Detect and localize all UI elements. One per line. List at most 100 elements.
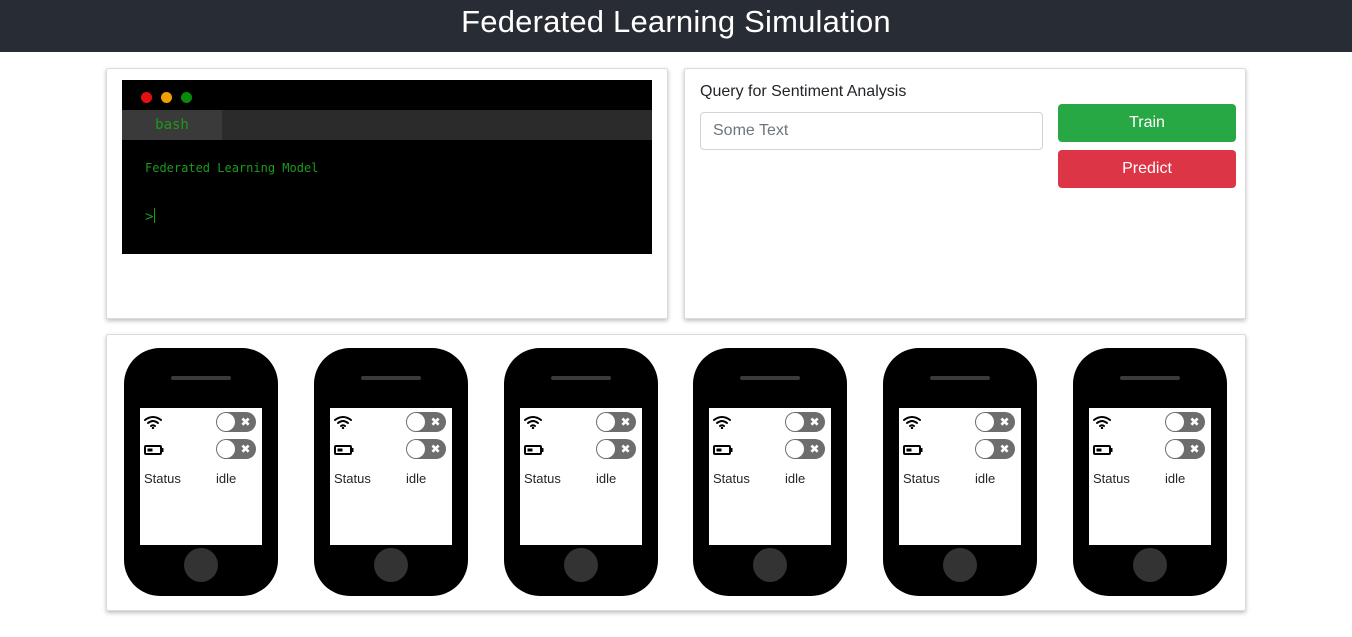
status-label: Status	[713, 471, 750, 486]
battery-icon	[1093, 445, 1113, 455]
terminal-prompt[interactable]: >	[145, 208, 156, 225]
wifi-toggle[interactable]: ✖	[785, 412, 825, 432]
toggle-knob	[217, 440, 235, 458]
wifi-toggle[interactable]: ✖	[406, 412, 446, 432]
wifi-toggle[interactable]: ✖	[596, 412, 636, 432]
wifi-icon	[334, 416, 352, 429]
wifi-icon	[1093, 416, 1111, 429]
home-button[interactable]	[943, 548, 977, 582]
status-value: idle	[406, 471, 427, 486]
wifi-icon	[524, 416, 542, 429]
terminal-tab-bar: bash	[122, 110, 652, 140]
device-phone: ✖ ✖ Status idle	[1073, 348, 1227, 596]
device-phone: ✖ ✖ Status idle	[124, 348, 278, 596]
close-icon: ✖	[620, 415, 631, 429]
device-phone: ✖ ✖ Status idle	[693, 348, 847, 596]
app-header: Federated Learning Simulation	[0, 0, 1352, 52]
toggle-knob	[597, 440, 615, 458]
phone-screen: ✖ ✖ Status idle	[709, 408, 831, 545]
device-phone: ✖ ✖ Status idle	[504, 348, 658, 596]
phone-screen: ✖ ✖ Status idle	[899, 408, 1021, 545]
toggle-knob	[407, 413, 425, 431]
wifi-icon	[713, 416, 731, 429]
wifi-toggle[interactable]: ✖	[216, 412, 256, 432]
battery-icon	[713, 445, 733, 455]
device-phone: ✖ ✖ Status idle	[883, 348, 1037, 596]
terminal-maximize-dot[interactable]	[181, 92, 192, 103]
phone-speaker	[361, 376, 421, 380]
wifi-toggle[interactable]: ✖	[975, 412, 1015, 432]
battery-toggle[interactable]: ✖	[975, 439, 1015, 459]
phone-screen: ✖ ✖ Status idle	[520, 408, 642, 545]
status-value: idle	[216, 471, 237, 486]
terminal-minimize-dot[interactable]	[161, 92, 172, 103]
terminal-output-line: Federated Learning Model	[145, 161, 319, 175]
close-icon: ✖	[999, 415, 1010, 429]
terminal-prompt-symbol: >	[145, 209, 154, 225]
wifi-icon	[144, 416, 162, 429]
toggle-knob	[786, 413, 804, 431]
phone-speaker	[171, 376, 231, 380]
close-icon: ✖	[999, 442, 1010, 456]
status-label: Status	[524, 471, 561, 486]
phone-screen: ✖ ✖ Status idle	[140, 408, 262, 545]
phone-screen: ✖ ✖ Status idle	[330, 408, 452, 545]
terminal-card: bash Federated Learning Model >	[106, 68, 668, 319]
status-label: Status	[1093, 471, 1130, 486]
battery-toggle[interactable]: ✖	[596, 439, 636, 459]
close-icon: ✖	[430, 442, 441, 456]
device-phone: ✖ ✖ Status idle	[314, 348, 468, 596]
battery-toggle[interactable]: ✖	[1165, 439, 1205, 459]
query-card: Query for Sentiment Analysis Train Predi…	[684, 68, 1246, 319]
close-icon: ✖	[809, 442, 820, 456]
predict-button[interactable]: Predict	[1058, 150, 1236, 188]
phone-speaker	[1120, 376, 1180, 380]
toggle-knob	[597, 413, 615, 431]
toggle-knob	[407, 440, 425, 458]
battery-icon	[334, 445, 354, 455]
battery-toggle[interactable]: ✖	[406, 439, 446, 459]
terminal-window[interactable]: bash Federated Learning Model >	[122, 80, 652, 254]
battery-icon	[524, 445, 544, 455]
status-label: Status	[144, 471, 181, 486]
home-button[interactable]	[564, 548, 598, 582]
toggle-knob	[217, 413, 235, 431]
battery-icon	[144, 445, 164, 455]
toggle-knob	[1166, 413, 1184, 431]
phone-speaker	[551, 376, 611, 380]
home-button[interactable]	[1133, 548, 1167, 582]
query-label: Query for Sentiment Analysis	[700, 83, 907, 100]
toggle-knob	[976, 413, 994, 431]
query-input[interactable]	[700, 112, 1043, 150]
phone-screen: ✖ ✖ Status idle	[1089, 408, 1211, 545]
devices-card: ✖ ✖ Status idle ✖ ✖ Status idle ✖ ✖ Status idle ✖ ✖ St…	[106, 334, 1246, 611]
toggle-knob	[1166, 440, 1184, 458]
close-icon: ✖	[1189, 415, 1200, 429]
train-button[interactable]: Train	[1058, 104, 1236, 142]
battery-toggle[interactable]: ✖	[785, 439, 825, 459]
wifi-icon	[903, 416, 921, 429]
wifi-toggle[interactable]: ✖	[1165, 412, 1205, 432]
status-value: idle	[975, 471, 996, 486]
close-icon: ✖	[240, 442, 251, 456]
page-title: Federated Learning Simulation	[461, 4, 891, 39]
battery-icon	[903, 445, 923, 455]
close-icon: ✖	[240, 415, 251, 429]
close-icon: ✖	[1189, 442, 1200, 456]
close-icon: ✖	[430, 415, 441, 429]
status-value: idle	[1165, 471, 1186, 486]
home-button[interactable]	[753, 548, 787, 582]
terminal-close-dot[interactable]	[141, 92, 152, 103]
phone-speaker	[930, 376, 990, 380]
status-value: idle	[785, 471, 806, 486]
phone-speaker	[740, 376, 800, 380]
toggle-knob	[786, 440, 804, 458]
status-label: Status	[903, 471, 940, 486]
terminal-cursor	[154, 208, 156, 223]
home-button[interactable]	[184, 548, 218, 582]
status-label: Status	[334, 471, 371, 486]
close-icon: ✖	[809, 415, 820, 429]
home-button[interactable]	[374, 548, 408, 582]
terminal-tab-bash[interactable]: bash	[122, 110, 222, 140]
battery-toggle[interactable]: ✖	[216, 439, 256, 459]
